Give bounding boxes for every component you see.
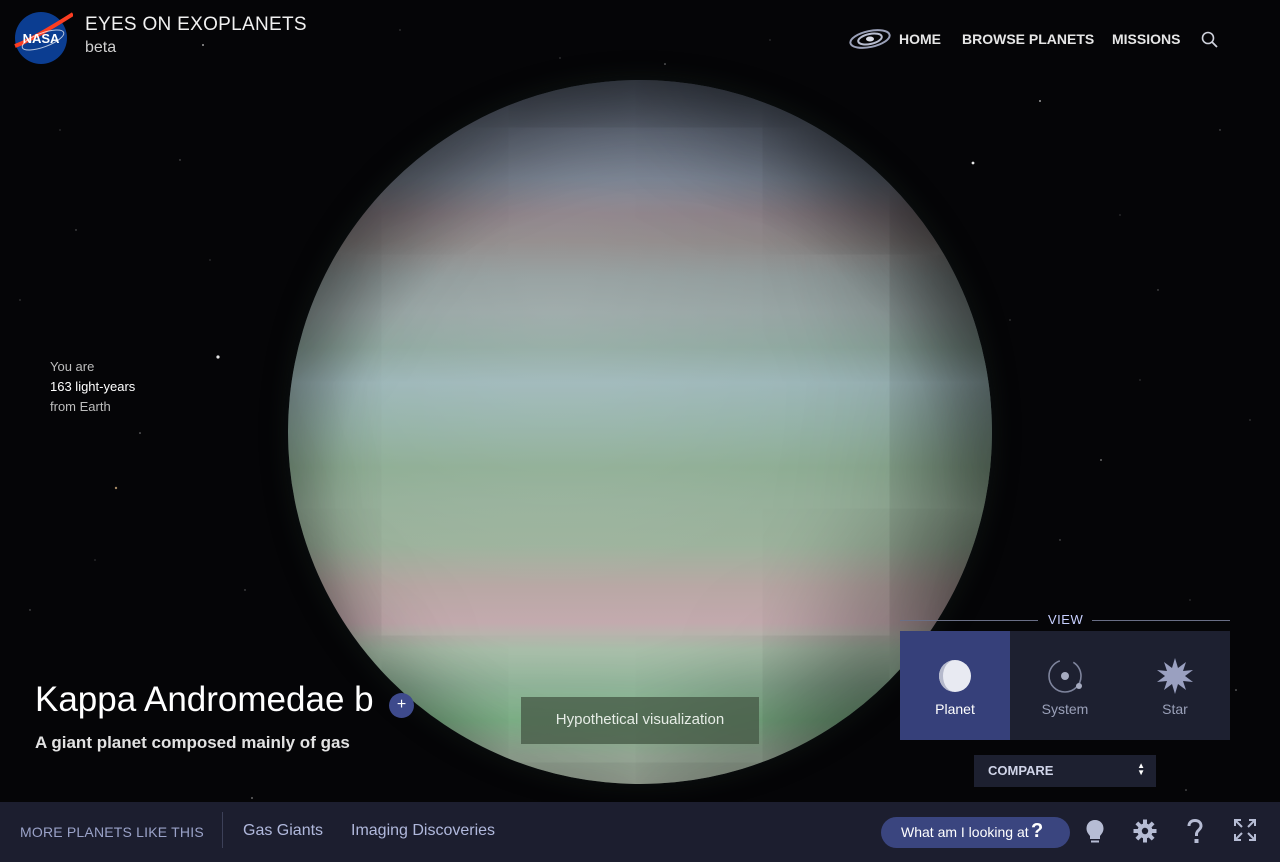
view-planet-label: Planet — [935, 701, 975, 717]
bottom-bar: MORE PLANETS LIKE THIS Gas Giants Imagin… — [0, 802, 1280, 862]
distance-prefix: You are — [50, 359, 95, 374]
link-gas-giants[interactable]: Gas Giants — [243, 822, 323, 840]
what-am-i-looking-at-button[interactable]: What am I looking at ? — [881, 817, 1070, 848]
gear-icon[interactable] — [1133, 819, 1157, 843]
view-star-button[interactable]: Star — [1120, 631, 1230, 740]
nav-browse-planets[interactable]: BROWSE PLANETS — [962, 31, 1094, 47]
distance-value: 163 light-years — [50, 379, 136, 394]
fullscreen-icon[interactable] — [1234, 819, 1256, 841]
view-system-label: System — [1041, 701, 1089, 717]
compare-label: COMPARE — [988, 763, 1054, 778]
distance-suffix: from Earth — [50, 399, 111, 414]
planet-name: Kappa Andromedae b — [35, 680, 374, 719]
add-planet-button[interactable]: + — [389, 693, 414, 718]
help-icon[interactable] — [1185, 819, 1205, 845]
planet-icon — [939, 660, 971, 692]
view-star-label: Star — [1162, 701, 1188, 717]
view-label: VIEW — [1048, 612, 1084, 627]
site-subtitle: beta — [85, 39, 117, 56]
question-icon: ? — [1031, 820, 1044, 842]
nav-missions[interactable]: MISSIONS — [1112, 31, 1180, 47]
hypothetical-visualization-label: Hypothetical visualization — [521, 697, 759, 744]
what-label: What am I looking at — [901, 824, 1029, 840]
star-icon — [1157, 658, 1193, 694]
view-selector: Planet System Star — [900, 631, 1230, 740]
planet-visualization[interactable] — [288, 80, 992, 784]
galaxy-icon[interactable] — [848, 27, 892, 51]
lightbulb-icon[interactable] — [1085, 819, 1105, 845]
link-imaging-discoveries[interactable]: Imaging Discoveries — [351, 822, 495, 840]
view-system-button[interactable]: System — [1010, 631, 1120, 740]
site-title[interactable]: EYES ON EXOPLANETS — [85, 14, 307, 36]
dropdown-arrows-icon: ▲ ▼ — [1137, 761, 1145, 777]
bottom-bar-divider — [222, 812, 223, 848]
planet-description: A giant planet composed mainly of gas — [35, 733, 350, 752]
search-icon[interactable] — [1200, 30, 1220, 50]
view-divider-left — [900, 620, 1038, 621]
view-divider-right — [1092, 620, 1230, 621]
logo-text: NASA — [23, 31, 60, 46]
nav-home[interactable]: HOME — [899, 31, 941, 47]
more-planets-label: MORE PLANETS LIKE THIS — [20, 824, 204, 840]
planet-shading — [288, 80, 992, 784]
view-planet-button[interactable]: Planet — [900, 631, 1010, 740]
system-icon — [1048, 659, 1082, 693]
nasa-logo[interactable]: NASA — [11, 10, 73, 66]
compare-dropdown[interactable]: COMPARE ▲ ▼ — [974, 755, 1156, 787]
